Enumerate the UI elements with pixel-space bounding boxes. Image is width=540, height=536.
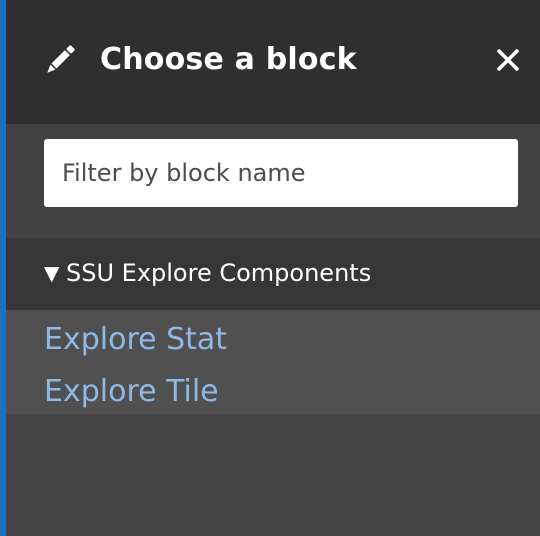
category-toggle-ssu-explore-components[interactable]: ▼ SSU Explore Components xyxy=(6,238,540,310)
pencil-icon xyxy=(47,45,75,73)
dialog-header: Choose a block xyxy=(6,0,540,124)
block-link-explore-stat[interactable]: Explore Stat xyxy=(44,320,227,360)
off-canvas-dialog: Choose a block ▼ SSU Explore Components … xyxy=(0,0,540,536)
dialog-title: Choose a block xyxy=(100,42,357,77)
filter-section xyxy=(6,124,540,238)
category-label: SSU Explore Components xyxy=(66,259,372,287)
expanded-triangle-icon: ▼ xyxy=(44,261,60,285)
close-icon[interactable] xyxy=(494,46,522,74)
block-link-explore-tile[interactable]: Explore Tile xyxy=(44,372,219,412)
block-list: Explore Stat Explore Tile xyxy=(6,310,540,414)
filter-by-block-name-input[interactable] xyxy=(44,139,518,207)
